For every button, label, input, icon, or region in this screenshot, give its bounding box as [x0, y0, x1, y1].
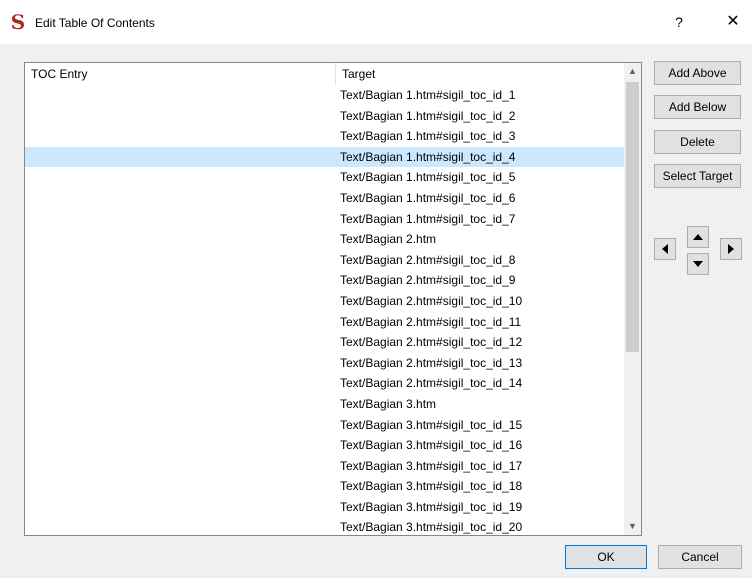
target-cell: Text/Bagian 2.htm#sigil_toc_id_12: [340, 335, 523, 350]
column-header-target[interactable]: Target: [336, 63, 624, 85]
add-below-button[interactable]: Add Below: [654, 95, 741, 119]
target-cell: Text/Bagian 3.htm#sigil_toc_id_16: [340, 438, 523, 453]
target-cell: Text/Bagian 1.htm#sigil_toc_id_2: [340, 108, 516, 123]
target-cell: Text/Bagian 2.htm#sigil_toc_id_13: [340, 355, 523, 370]
delete-button[interactable]: Delete: [654, 130, 741, 154]
scroll-down-icon[interactable]: ▼: [624, 518, 641, 535]
target-cell: Text/Bagian 1.htm#sigil_toc_id_3: [340, 129, 516, 144]
title-bar: S Edit Table Of Contents ? ✕: [0, 0, 752, 44]
tree-row[interactable]: 2. Membagi Buku Menjadi Per BabText/Bagi…: [25, 456, 624, 477]
target-cell: Text/Bagian 2.htm#sigil_toc_id_10: [340, 293, 523, 308]
arrow-up-icon: [693, 234, 703, 240]
tree-row[interactable]: A. Pengertian Buku DigitalText/Bagian 1.…: [25, 106, 624, 127]
tree-row[interactable]: 1. Konversi Materi dan Memasukk...Text/B…: [25, 435, 624, 456]
tree-row[interactable]: 3. Menambahkan MetadataText/Bagian 3.htm…: [25, 476, 624, 497]
tree-row[interactable]: 4. Memasukkan File MultimediaText/Bagian…: [25, 497, 624, 518]
target-cell: Text/Bagian 2.htm#sigil_toc_id_14: [340, 376, 523, 391]
tree-row[interactable]: E. Menghilangkan Formating StandartText/…: [25, 373, 624, 394]
arrow-left-icon: [662, 244, 668, 254]
tree-row[interactable]: E. Aplikasi Pemformatan Buku DigitalText…: [25, 188, 624, 209]
tree-row[interactable]: D. Pemilihan Format Buku DigitalText/Bag…: [25, 167, 624, 188]
tree-row[interactable]: ∨A. Pengembangan ePubText/Bagian 3.htm#s…: [25, 415, 624, 436]
move-up-button[interactable]: [687, 226, 709, 248]
scroll-up-icon[interactable]: ▲: [624, 63, 641, 80]
tree-header: TOC Entry Target: [25, 63, 624, 85]
target-cell: Text/Bagian 3.htm#sigil_toc_id_20: [340, 520, 523, 535]
arrow-right-icon: [728, 244, 734, 254]
column-header-toc-entry[interactable]: TOC Entry: [25, 63, 336, 85]
target-cell: Text/Bagian 3.htm: [340, 396, 437, 411]
move-right-button[interactable]: [720, 238, 742, 260]
tree-row[interactable]: C. Mengatur AudioText/Bagian 2.htm#sigil…: [25, 332, 624, 353]
window-title: Edit Table Of Contents: [35, 16, 155, 30]
tree-rows: ∨Bagian 1 : Memahami Buku Digital : Peng…: [25, 85, 624, 535]
tree-row[interactable]: 1. Mengatur GambarText/Bagian 2.htm#sigi…: [25, 291, 624, 312]
tree-row[interactable]: C. Jenis Format Buku DigitalText/Bagian …: [25, 146, 624, 168]
move-down-button[interactable]: [687, 253, 709, 275]
close-button[interactable]: ✕: [720, 10, 746, 34]
target-cell: Text/Bagian 2.htm#sigil_toc_id_11: [340, 314, 522, 329]
tree-row[interactable]: D. Mengatur VideoText/Bagian 2.htm#sigil…: [25, 353, 624, 374]
tree-row[interactable]: 5. Memberikan Sampul BukuText/Bagian 3.h…: [25, 517, 624, 535]
tree-row[interactable]: ∨Bagian 3 : Pemformatan Materi Dalam Bu.…: [25, 394, 624, 415]
target-cell: Text/Bagian 2.htm#sigil_toc_id_9: [340, 273, 516, 288]
dialog-body: TOC Entry Target ∨Bagian 1 : Memahami Bu…: [0, 44, 752, 578]
target-cell: Text/Bagian 3.htm#sigil_toc_id_15: [340, 417, 523, 432]
cancel-button[interactable]: Cancel: [658, 545, 742, 569]
target-cell: Text/Bagian 3.htm#sigil_toc_id_17: [340, 458, 523, 473]
ok-button[interactable]: OK: [565, 545, 647, 569]
target-cell: Text/Bagian 2.htm#sigil_toc_id_8: [340, 252, 516, 267]
select-target-button[interactable]: Select Target: [654, 164, 741, 188]
target-cell: Text/Bagian 1.htm#sigil_toc_id_6: [340, 190, 516, 205]
target-cell: Text/Bagian 2.htm: [340, 232, 437, 247]
tree-row[interactable]: ∨Bagian 1 : Memahami Buku Digital : Peng…: [25, 85, 624, 106]
target-cell: Text/Bagian 3.htm#sigil_toc_id_18: [340, 479, 523, 494]
tree-row[interactable]: A. Penyiapan MateriText/Bagian 2.htm#sig…: [25, 250, 624, 271]
tree-row[interactable]: 2. Mengatur TabelText/Bagian 2.htm#sigil…: [25, 312, 624, 333]
arrow-down-icon: [693, 261, 703, 267]
target-cell: Text/Bagian 1.htm#sigil_toc_id_4: [340, 149, 516, 164]
help-button[interactable]: ?: [666, 10, 692, 34]
vertical-scrollbar[interactable]: ▲ ▼: [624, 63, 641, 535]
target-cell: Text/Bagian 1.htm#sigil_toc_id_7: [340, 211, 516, 226]
add-above-button[interactable]: Add Above: [654, 61, 741, 85]
sigil-app-icon: S: [10, 10, 26, 34]
tree-row[interactable]: F. Aplikasi Alat Baca Buku DigitalText/B…: [25, 209, 624, 230]
tree-row[interactable]: ∨B. Mengatur Layout Dokumen WordText/Bag…: [25, 270, 624, 291]
target-cell: Text/Bagian 1.htm#sigil_toc_id_5: [340, 170, 516, 185]
move-left-button[interactable]: [654, 238, 676, 260]
scroll-thumb[interactable]: [626, 82, 639, 352]
toc-tree[interactable]: TOC Entry Target ∨Bagian 1 : Memahami Bu…: [24, 62, 642, 536]
target-cell: Text/Bagian 3.htm#sigil_toc_id_19: [340, 499, 523, 514]
tree-row[interactable]: B. Fungsi dan Tujuan Buku DigitalText/Ba…: [25, 126, 624, 147]
target-cell: Text/Bagian 1.htm#sigil_toc_id_1: [340, 88, 516, 102]
tree-row[interactable]: ∨Bagian 2 : Persiapan Materi Buku Digita…: [25, 229, 624, 250]
